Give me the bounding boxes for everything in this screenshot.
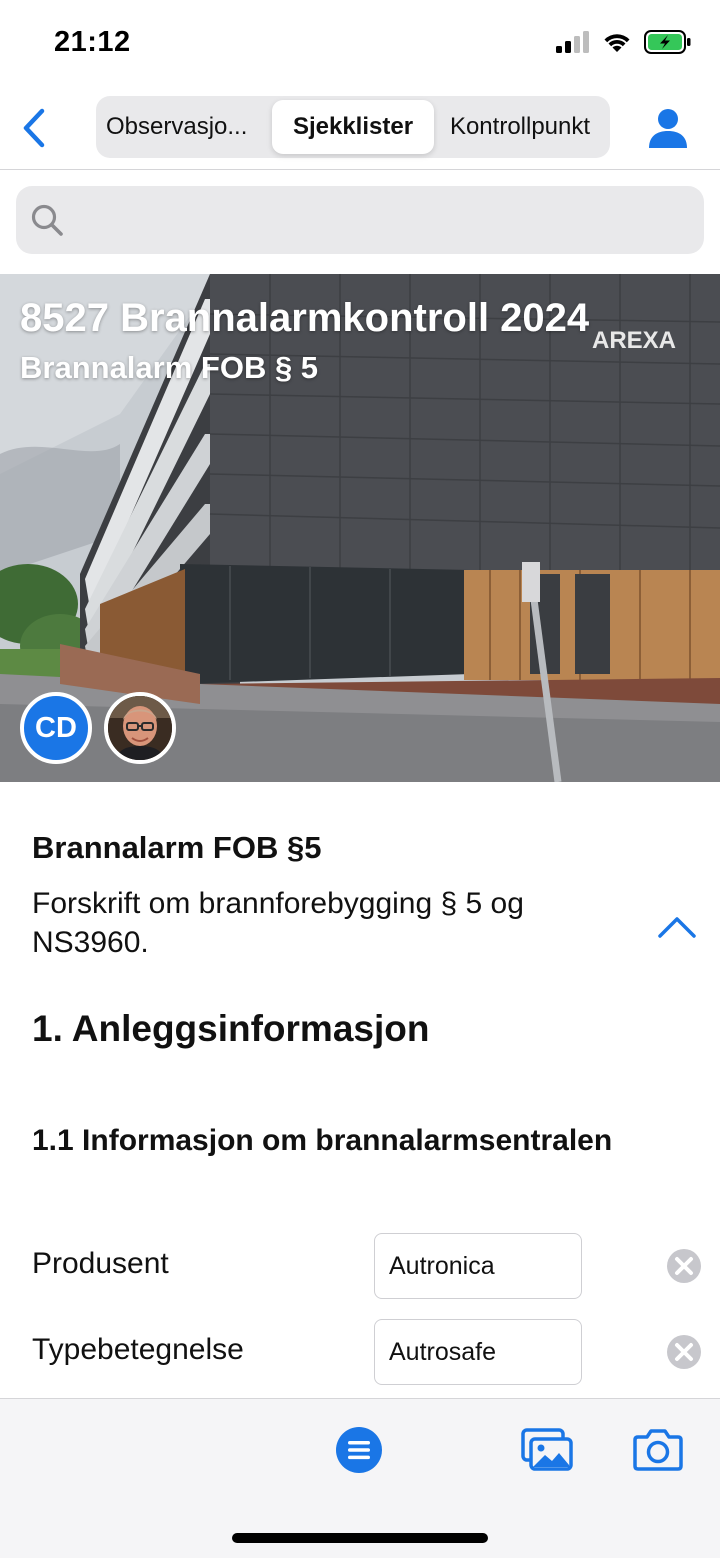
field-label: Typebetegnelse [32, 1333, 244, 1366]
status-bar: 21:12 [0, 0, 720, 88]
section-heading: 1. Anleggsinformasjon [32, 1008, 430, 1049]
search-icon [31, 204, 63, 236]
status-time: 21:12 [54, 26, 131, 58]
gallery-button[interactable] [518, 1425, 576, 1475]
segmented-control: Observasjo... Sjekklister Kontrollpunkt [96, 96, 610, 158]
user-button[interactable] [646, 106, 690, 150]
hero-banner: AREXA 8527 Brannalarmkontroll 2024 Brann… [0, 274, 720, 782]
search-input[interactable] [80, 186, 680, 254]
bottom-toolbar [0, 1398, 720, 1558]
field-label: Produsent [32, 1247, 169, 1280]
camera-icon [633, 1429, 683, 1471]
collapse-button[interactable] [656, 908, 698, 944]
home-indicator [232, 1533, 488, 1543]
wifi-icon [604, 34, 630, 52]
clear-typebetegnelse-button[interactable] [666, 1334, 702, 1370]
checklist-title: Brannalarm FOB §5 [32, 830, 322, 865]
clear-circle-icon [667, 1249, 701, 1283]
subsection-heading: 1.1 Informasjon om brannalarmsentralen [32, 1124, 613, 1157]
field-row-produsent: Produsent [0, 1233, 720, 1299]
hero-subtitle: Brannalarm FOB § 5 [20, 350, 319, 385]
produsent-field[interactable] [374, 1233, 582, 1299]
checklist-description: Forskrift om brannforebygging § 5 og NS3… [32, 887, 524, 959]
tab-sjekklister[interactable]: Sjekklister [272, 100, 434, 154]
clear-circle-icon [667, 1335, 701, 1369]
person-icon [649, 109, 687, 148]
field-row-typebetegnelse: Typebetegnelse [0, 1319, 720, 1385]
avatar-photo[interactable] [104, 692, 176, 764]
hero-title: 8527 Brannalarmkontroll 2024 [20, 296, 590, 340]
person-photo-image [108, 696, 172, 760]
clear-produsent-button[interactable] [666, 1248, 702, 1284]
typebetegnelse-field[interactable] [374, 1319, 582, 1385]
tab-observasjoner[interactable]: Observasjo... [100, 100, 272, 154]
nav-bar: Observasjo... Sjekklister Kontrollpunkt [0, 88, 720, 170]
status-icons [556, 30, 692, 54]
back-button[interactable] [14, 106, 54, 150]
svg-text:AREXA: AREXA [592, 327, 676, 354]
chevron-left-icon [23, 108, 45, 148]
chevron-up-icon [658, 917, 696, 938]
battery-charging-icon [644, 30, 691, 54]
photo-gallery-icon [521, 1428, 573, 1471]
menu-button[interactable] [334, 1425, 384, 1475]
list-menu-icon [336, 1427, 382, 1473]
cellular-signal-icon [556, 31, 589, 53]
tab-kontrollpunkt[interactable]: Kontrollpunkt [434, 100, 606, 154]
avatar[interactable]: CD [20, 692, 92, 764]
camera-button[interactable] [630, 1425, 686, 1475]
search-bar [16, 186, 704, 254]
